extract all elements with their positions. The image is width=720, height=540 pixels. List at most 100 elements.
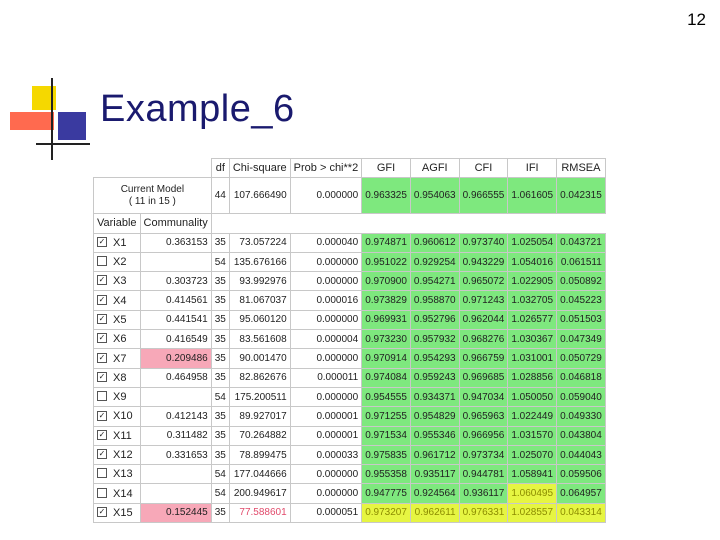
rmsea-cell: 0.043314: [556, 502, 606, 524]
df-cell: 35: [210, 444, 230, 466]
table-row: ✓ X12 0.331653 35 78.899475 0.000033 0.975835 0…: [93, 444, 606, 466]
table-header-row: df Chi-square Prob > chi**2 GFI AGFI CFI…: [93, 157, 606, 179]
header-gfi: GFI: [361, 157, 411, 179]
prob-cell: 0.000000: [289, 464, 363, 485]
variable-cell: ✓ X12: [93, 444, 141, 466]
agfi-cell: 0.958870: [409, 290, 460, 311]
variable-checkbox[interactable]: ✓: [97, 236, 107, 247]
chi-cell: 93.992976: [228, 271, 291, 292]
variable-checkbox[interactable]: ✓: [97, 352, 107, 363]
gfi-cell: 0.974084: [361, 367, 411, 388]
df-cell: 35: [210, 309, 230, 331]
agfi-cell: 0.959243: [409, 367, 460, 388]
prob-cell: 0.000051: [289, 502, 363, 524]
variable-checkbox[interactable]: [97, 391, 107, 402]
chi-cell: 81.067037: [228, 290, 291, 311]
variable-cell: ✓ X6: [93, 329, 141, 350]
rmsea-cell: 0.050892: [556, 271, 606, 292]
prob-cell: 0.000000: [289, 483, 363, 504]
prob-cell: 0.000000: [289, 386, 363, 408]
communality-cell: 0.311482: [139, 425, 212, 446]
variable-checkbox[interactable]: ✓: [97, 506, 107, 517]
cfi-cell: 0.965963: [458, 406, 509, 427]
rmsea-cell: 0.043804: [556, 425, 606, 446]
df-cell: 35: [210, 367, 230, 388]
table-row: X9 54 175.200511 0.000000 0.954555 0.934371 0.…: [93, 386, 606, 408]
ifi-cell: 1.026577: [507, 309, 558, 331]
variable-checkbox[interactable]: ✓: [97, 449, 107, 460]
page-number: 12: [687, 10, 706, 29]
table-row: ✓ X11 0.311482 35 70.264882 0.000001 0.971534 0…: [93, 425, 606, 446]
variable-header-row: Variable Communality: [93, 213, 606, 234]
current-model-df: 44: [210, 177, 230, 215]
communality-cell: 0.464958: [139, 367, 212, 388]
table-row: X14 54 200.949617 0.000000 0.947775 0.924564 0…: [93, 483, 606, 504]
agfi-cell: 0.954829: [409, 406, 460, 427]
current-model-agfi: 0.954063: [409, 177, 460, 215]
rmsea-cell: 0.059506: [556, 464, 606, 485]
variable-checkbox[interactable]: ✓: [97, 333, 107, 344]
df-cell: 54: [210, 483, 230, 504]
variable-checkbox[interactable]: ✓: [97, 410, 107, 421]
ifi-cell: 1.031001: [507, 348, 558, 369]
gfi-cell: 0.954555: [361, 386, 411, 408]
variable-checkbox[interactable]: ✓: [97, 371, 107, 382]
variable-cell: ✓ X1: [93, 232, 141, 253]
communality-cell: [139, 483, 212, 504]
variable-cell: ✓ X8: [93, 367, 141, 388]
current-model-chi: 107.666490: [228, 177, 291, 215]
table-row: X2 54 135.676166 0.000000 0.951022 0.929254 0.…: [93, 251, 606, 273]
header-prob: Prob > chi**2: [289, 157, 363, 179]
variable-checkbox[interactable]: ✓: [97, 429, 107, 440]
variable-checkbox[interactable]: [97, 487, 107, 498]
header-cfi: CFI: [458, 157, 509, 179]
rmsea-cell: 0.044043: [556, 444, 606, 466]
cfi-cell: 0.962044: [458, 309, 509, 331]
gfi-cell: 0.951022: [361, 251, 411, 273]
agfi-cell: 0.929254: [409, 251, 460, 273]
chi-cell: 200.949617: [228, 483, 291, 504]
df-cell: 54: [210, 386, 230, 408]
variable-cell: ✓ X4: [93, 290, 141, 311]
cfi-cell: 0.968276: [458, 329, 509, 350]
agfi-cell: 0.960612: [409, 232, 460, 253]
variable-label: X9: [113, 391, 127, 404]
variable-header: Variable: [93, 213, 141, 234]
prob-cell: 0.000011: [289, 367, 363, 388]
chi-cell: 70.264882: [228, 425, 291, 446]
ifi-cell: 1.060495: [507, 483, 558, 504]
variable-label: X1: [113, 236, 127, 249]
slide-decoration: [10, 78, 90, 160]
table-row: ✓ X15 0.152445 35 77.588601 0.000051 0.973207 0…: [93, 502, 606, 524]
variable-label: X6: [113, 333, 127, 346]
variable-label: X11: [113, 429, 132, 442]
slide-title: Example_6: [100, 88, 295, 130]
variable-checkbox[interactable]: [97, 468, 107, 479]
df-cell: 54: [210, 251, 230, 273]
variable-cell: ✓ X10: [93, 406, 141, 427]
ifi-cell: 1.022449: [507, 406, 558, 427]
variable-label: X15: [113, 506, 133, 519]
agfi-cell: 0.957932: [409, 329, 460, 350]
variable-checkbox[interactable]: ✓: [97, 275, 107, 286]
rmsea-cell: 0.050729: [556, 348, 606, 369]
cfi-cell: 0.966759: [458, 348, 509, 369]
cfi-cell: 0.973740: [458, 232, 509, 253]
prob-cell: 0.000000: [289, 251, 363, 273]
variable-checkbox[interactable]: ✓: [97, 294, 107, 305]
gfi-cell: 0.973207: [361, 502, 411, 524]
agfi-cell: 0.954271: [409, 271, 460, 292]
table-row: ✓ X10 0.412143 35 89.927017 0.000001 0.971255 0…: [93, 406, 606, 427]
variable-checkbox[interactable]: ✓: [97, 314, 107, 325]
current-model-gfi: 0.963325: [361, 177, 411, 215]
agfi-cell: 0.962611: [409, 502, 460, 524]
variable-checkbox[interactable]: [97, 256, 107, 267]
rmsea-cell: 0.064957: [556, 483, 606, 504]
rmsea-cell: 0.051503: [556, 309, 606, 331]
chi-cell: 175.200511: [228, 386, 291, 408]
prob-cell: 0.000016: [289, 290, 363, 311]
current-model-ifi: 1.061605: [507, 177, 558, 215]
gfi-cell: 0.970914: [361, 348, 411, 369]
subheader-spacer: [211, 214, 605, 233]
df-cell: 35: [210, 232, 230, 253]
